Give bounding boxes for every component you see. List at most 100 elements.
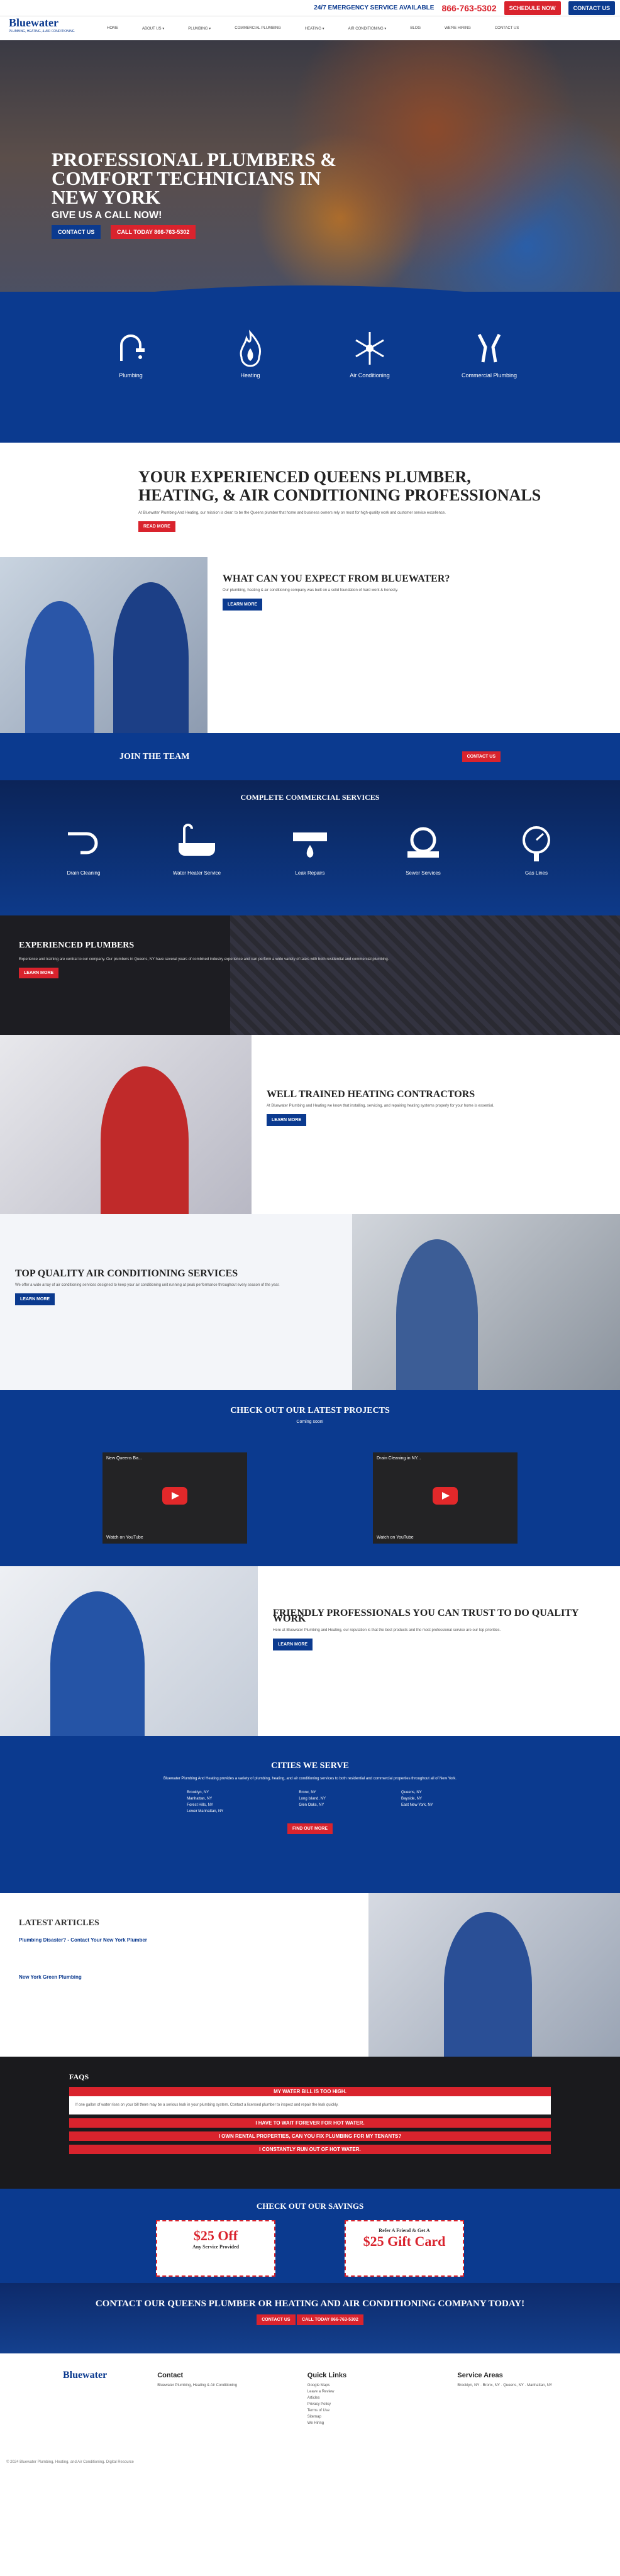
video-1[interactable]: New Queens Ba... Watch on YouTube	[102, 1452, 247, 1544]
city-link[interactable]: Forest Hills, NY	[187, 1802, 223, 1808]
commercial-gas[interactable]: Gas Lines	[511, 821, 562, 876]
experienced-learn-more[interactable]: LEARN MORE	[19, 968, 59, 978]
read-more-button[interactable]: READ MORE	[138, 521, 175, 532]
footer-link[interactable]: Google Maps	[307, 2382, 407, 2389]
cities-title: CITIES WE SERVE	[271, 1761, 349, 1771]
hero-contact-button[interactable]: CONTACT US	[52, 225, 101, 239]
nav-hiring[interactable]: WE'RE HIRING	[445, 26, 471, 30]
coupon-amount: $25 Gift Card	[363, 2233, 446, 2249]
service-label: Plumbing	[119, 372, 143, 379]
nav-commercial[interactable]: COMMERCIAL PLUMBING	[235, 26, 280, 30]
hero-subtitle: GIVE US A CALL NOW!	[52, 210, 162, 221]
trained-body: At Bluewater Plumbing and Heating we kno…	[267, 1104, 494, 1108]
top-bar: 24/7 EMERGENCY SERVICE AVAILABLE 866-763…	[0, 0, 620, 16]
city-link[interactable]: Bayside, NY	[401, 1796, 433, 1802]
footer-link[interactable]: We Hiring	[307, 2420, 407, 2426]
ac-body: We offer a wide array of air conditionin…	[15, 1283, 280, 1287]
nav-about[interactable]: ABOUT US ▾	[142, 26, 164, 31]
service-plumbing[interactable]: Plumbing	[93, 329, 169, 443]
schedule-button[interactable]: SCHEDULE NOW	[504, 1, 561, 15]
experienced-body: Experience and training are central to o…	[19, 958, 389, 961]
service-ac[interactable]: Air Conditioning	[332, 329, 407, 443]
video-2[interactable]: Drain Cleaning in NY... Watch on YouTube	[373, 1452, 518, 1544]
coupon-25-off[interactable]: $25 Off Any Service Provided	[156, 2220, 275, 2277]
coupon-amount: $25 Off	[193, 2228, 238, 2243]
about-body: At Bluewater Plumbing And Heating, our m…	[138, 511, 446, 515]
articles-section: LATEST ARTICLES Plumbing Disaster? - Con…	[0, 1893, 620, 2057]
flame-icon	[240, 329, 262, 367]
faq-question[interactable]: I OWN RENTAL PROPERTIES, CAN YOU FIX PLU…	[69, 2131, 551, 2141]
faucet-icon	[120, 334, 145, 361]
service-label: Heating	[240, 372, 260, 379]
nav-blog[interactable]: BLOG	[410, 26, 421, 30]
city-link[interactable]: Long Island, NY	[299, 1796, 326, 1802]
city-link[interactable]: Glen Oaks, NY	[299, 1802, 326, 1808]
footer-link[interactable]: Sitemap	[307, 2414, 407, 2420]
brand-name: Bluewater	[9, 16, 58, 29]
heating-photo	[0, 1035, 252, 1214]
phone-link[interactable]: 866-763-5302	[441, 3, 496, 13]
city-link[interactable]: Manhattan, NY	[187, 1796, 223, 1802]
friendly-learn-more[interactable]: LEARN MORE	[273, 1639, 313, 1650]
join-title: JOIN THE TEAM	[119, 751, 190, 761]
friendly-body: Here at Bluewater Plumbing and Heating, …	[273, 1628, 501, 1632]
commercial-sewer[interactable]: Sewer Services	[398, 821, 448, 876]
hero-title: PROFESSIONAL PLUMBERS & COMFORT TECHNICI…	[52, 148, 337, 208]
nav-heating[interactable]: HEATING ▾	[305, 26, 324, 31]
service-heating[interactable]: Heating	[213, 329, 288, 443]
commercial-drain[interactable]: Drain Cleaning	[58, 821, 109, 876]
learn-more-button[interactable]: LEARN MORE	[223, 599, 263, 611]
footer-link[interactable]: Leave a Review	[307, 2389, 407, 2395]
emergency-text: 24/7 EMERGENCY SERVICE AVAILABLE	[314, 4, 435, 11]
commercial-leak[interactable]: Leak Repairs	[285, 821, 335, 876]
faq-question[interactable]: I CONSTANTLY RUN OUT OF HOT WATER.	[69, 2145, 551, 2154]
commercial-section: COMPLETE COMMERCIAL SERVICES Drain Clean…	[0, 780, 620, 915]
commercial-label: Water Heater Service	[172, 870, 221, 876]
hero-call-button[interactable]: CALL TODAY 866-763-5302	[111, 225, 196, 239]
logo[interactable]: Bluewater PLUMBING, HEATING, & AIR CONDI…	[5, 3, 80, 40]
watch-label[interactable]: Watch on YouTube	[377, 1535, 414, 1540]
city-link[interactable]: Bronx, NY	[299, 1789, 326, 1796]
nav-plumbing[interactable]: PLUMBING ▾	[188, 26, 211, 31]
join-contact-button[interactable]: CONTACT US	[462, 751, 501, 762]
find-out-more-button[interactable]: FIND OUT MORE	[287, 1823, 333, 1834]
article-link[interactable]: Plumbing Disaster? - Contact Your New Yo…	[19, 1937, 220, 1943]
trained-section: WELL TRAINED HEATING CONTRACTORS At Blue…	[0, 1035, 620, 1214]
service-label: Commercial Plumbing	[461, 372, 518, 379]
coupon-caption: Refer A Friend & Get A	[379, 2228, 430, 2233]
nav-contact[interactable]: CONTACT US	[495, 26, 519, 30]
service-label: Air Conditioning	[350, 372, 390, 379]
footer-logo[interactable]: Bluewater	[63, 2370, 107, 2380]
commercial-water-heater[interactable]: Water Heater Service	[172, 821, 222, 876]
nav-ac[interactable]: AIR CONDITIONING ▾	[348, 26, 387, 31]
city-link[interactable]: Queens, NY	[401, 1789, 433, 1796]
friendly-title: FRIENDLY PROFESSIONALS YOU CAN TRUST TO …	[273, 1608, 578, 1624]
main-nav: HOME ABOUT US ▾ PLUMBING ▾ COMMERCIAL PL…	[107, 16, 620, 40]
footer-link[interactable]: Privacy Policy	[307, 2401, 407, 2407]
footer-link[interactable]: Articles	[307, 2395, 407, 2401]
footer-link[interactable]: Terms of Use	[307, 2407, 407, 2414]
footer-areas: Brooklyn, NY · Bronx, NY · Queens, NY · …	[457, 2384, 553, 2387]
service-commercial[interactable]: Commercial Plumbing	[451, 329, 527, 443]
cta-call-button[interactable]: CALL TODAY 866-763-5302	[297, 2314, 363, 2325]
play-icon[interactable]	[162, 1487, 187, 1505]
footer-contact: Bluewater Plumbing, Heating & Air Condit…	[157, 2384, 237, 2387]
cities-section: CITIES WE SERVE Bluewater Plumbing And H…	[0, 1736, 620, 1893]
faq-question[interactable]: I HAVE TO WAIT FOREVER FOR HOT WATER.	[69, 2118, 551, 2128]
city-link[interactable]: East New York, NY	[401, 1802, 433, 1808]
city-link[interactable]: Brooklyn, NY	[187, 1789, 223, 1796]
city-link[interactable]: Lower Manhattan, NY	[187, 1808, 223, 1815]
trained-learn-more[interactable]: LEARN MORE	[267, 1114, 307, 1126]
article-link[interactable]: New York Green Plumbing	[19, 1974, 220, 1980]
coupon-gift-card[interactable]: Refer A Friend & Get A $25 Gift Card	[345, 2220, 464, 2277]
ac-photo	[352, 1214, 620, 1390]
play-icon[interactable]	[433, 1487, 458, 1505]
watch-label[interactable]: Watch on YouTube	[106, 1535, 143, 1540]
faq-question[interactable]: MY WATER BILL IS TOO HIGH.	[69, 2087, 551, 2096]
contact-button[interactable]: CONTACT US	[568, 1, 615, 15]
articles-photo	[368, 1893, 620, 2057]
nav-home[interactable]: HOME	[107, 26, 118, 30]
cta-contact-button[interactable]: CONTACT US	[257, 2314, 296, 2325]
gauge-icon	[523, 826, 550, 861]
ac-learn-more[interactable]: LEARN MORE	[15, 1293, 55, 1305]
